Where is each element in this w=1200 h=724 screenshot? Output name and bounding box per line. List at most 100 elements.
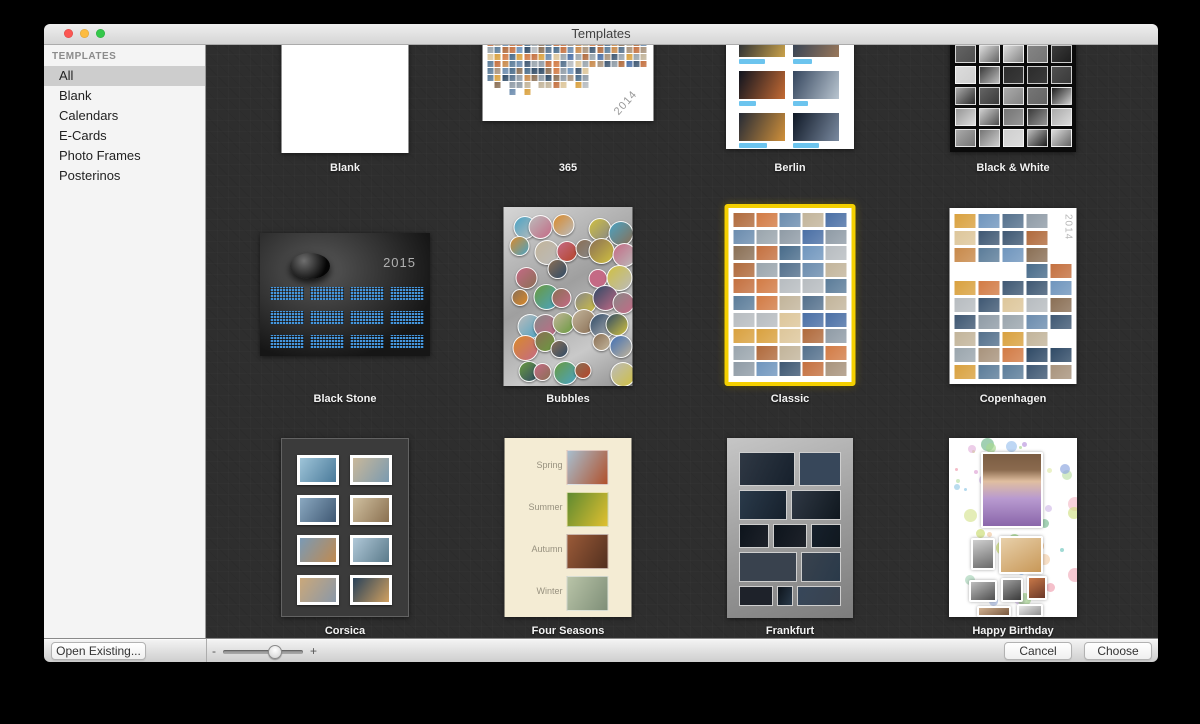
mosaic-cell [757, 246, 778, 260]
photo-placeholder [567, 576, 609, 611]
mosaic-cell [598, 54, 604, 60]
mosaic-cell [780, 296, 801, 310]
mosaic-cell [525, 89, 531, 95]
mosaic-cell [554, 45, 560, 46]
mosaic-cell [979, 298, 1000, 312]
mosaic-cell [803, 230, 824, 244]
mosaic-cell [510, 47, 516, 53]
mosaic-cell [955, 332, 976, 346]
calendar-month [270, 287, 304, 300]
mosaic-cell [979, 332, 1000, 346]
mosaic-cell [1003, 365, 1024, 379]
footer-bar: Open Existing... - + Cancel Choose [44, 638, 1158, 662]
mosaic-cell [576, 75, 582, 81]
sidebar-item-calendars[interactable]: Calendars [44, 106, 205, 126]
template-thumbnail[interactable]: 2014 [950, 208, 1077, 384]
mosaic-cell [554, 47, 560, 53]
mosaic-cell [826, 362, 847, 376]
mosaic-cell [1027, 332, 1048, 346]
mosaic-cell [561, 61, 567, 67]
mosaic-cell [517, 75, 523, 81]
mosaic-cell [561, 75, 567, 81]
cancel-button[interactable]: Cancel [1004, 642, 1072, 660]
confetti-dot [1019, 446, 1022, 449]
photo-bubble [551, 340, 569, 358]
mosaic-cell [561, 45, 567, 46]
thumbnail-art [950, 45, 1076, 152]
mosaic-cell [605, 45, 611, 46]
mosaic-cell [634, 47, 640, 53]
mosaic-cell [495, 82, 501, 88]
mosaic-cell [503, 54, 509, 60]
template-name-label: Blank [234, 162, 456, 174]
sidebar-item-blank[interactable]: Blank [44, 86, 205, 106]
template-thumbnail[interactable] [950, 45, 1076, 152]
mosaic-cell [955, 315, 976, 329]
bw-photo [979, 87, 1000, 105]
mosaic-cell [525, 75, 531, 81]
mosaic-cell [803, 213, 824, 227]
mosaic-cell [598, 47, 604, 53]
mosaic-cell [590, 54, 596, 60]
sidebar-list: AllBlankCalendarsE-CardsPhoto FramesPost… [44, 66, 205, 186]
thumbnail-art [729, 208, 852, 382]
photo-placeholder [969, 580, 997, 602]
mosaic-cell [568, 45, 574, 46]
mosaic-cell [734, 279, 755, 293]
zoom-in-icon[interactable]: + [310, 639, 317, 662]
photo-tag [739, 143, 767, 148]
zoom-out-icon[interactable]: - [212, 639, 216, 662]
template-thumbnail[interactable]: 2015 [260, 233, 430, 356]
bw-photo [1027, 129, 1048, 147]
photo-bubble [552, 288, 572, 308]
mosaic-cell [546, 75, 552, 81]
bw-photo [1051, 129, 1072, 147]
template-thumbnail[interactable]: SpringSummerAutumnWinter [505, 438, 632, 617]
sidebar-item-posterinos[interactable]: Posterinos [44, 166, 205, 186]
template-thumbnail[interactable]: 2014 [483, 45, 654, 121]
template-thumbnail[interactable] [282, 45, 409, 153]
mosaic-cell [1051, 365, 1072, 379]
bw-photo [1003, 87, 1024, 105]
mosaic-cell [734, 263, 755, 277]
mosaic-cell [955, 348, 976, 362]
mosaic-cell [539, 61, 545, 67]
template-thumbnail[interactable] [281, 438, 409, 617]
template-thumbnail[interactable] [726, 45, 854, 149]
mosaic-cell [539, 47, 545, 53]
mosaic-cell [510, 75, 516, 81]
mosaic-cell [780, 329, 801, 343]
mosaic-cell [554, 68, 560, 74]
mosaic-cell [561, 68, 567, 74]
mosaic-cell [583, 45, 589, 46]
sidebar-item-e-cards[interactable]: E-Cards [44, 126, 205, 146]
mosaic-cell [605, 54, 611, 60]
mosaic-cell [955, 214, 976, 228]
mosaic-cell [561, 54, 567, 60]
mosaic-cell [488, 47, 494, 53]
photo-placeholder [300, 458, 336, 482]
template-thumbnail[interactable] [949, 438, 1077, 617]
template-thumbnail[interactable] [725, 204, 856, 386]
mosaic-cell [1027, 264, 1048, 278]
mosaic-cell [539, 68, 545, 74]
sidebar-item-all[interactable]: All [44, 66, 205, 86]
thumbnail-size-slider[interactable] [223, 645, 303, 659]
confetti-dot [1022, 442, 1027, 447]
choose-button[interactable]: Choose [1084, 642, 1152, 660]
template-thumbnail[interactable] [727, 438, 853, 618]
template-name-label: 365 [457, 162, 679, 174]
mosaic-cell [1003, 248, 1024, 262]
mosaic-cell [757, 230, 778, 244]
mosaic-cell [826, 296, 847, 310]
mosaic-cell [546, 54, 552, 60]
sidebar-item-photo-frames[interactable]: Photo Frames [44, 146, 205, 166]
template-thumbnail[interactable] [504, 207, 633, 386]
window-titlebar[interactable]: Templates [44, 24, 1158, 45]
open-existing-button[interactable]: Open Existing... [51, 642, 146, 660]
photo-placeholder [777, 586, 793, 606]
slider-thumb[interactable] [268, 645, 282, 659]
confetti-dot [955, 468, 958, 471]
slider-track[interactable] [223, 650, 303, 654]
confetti-dot [954, 484, 960, 490]
